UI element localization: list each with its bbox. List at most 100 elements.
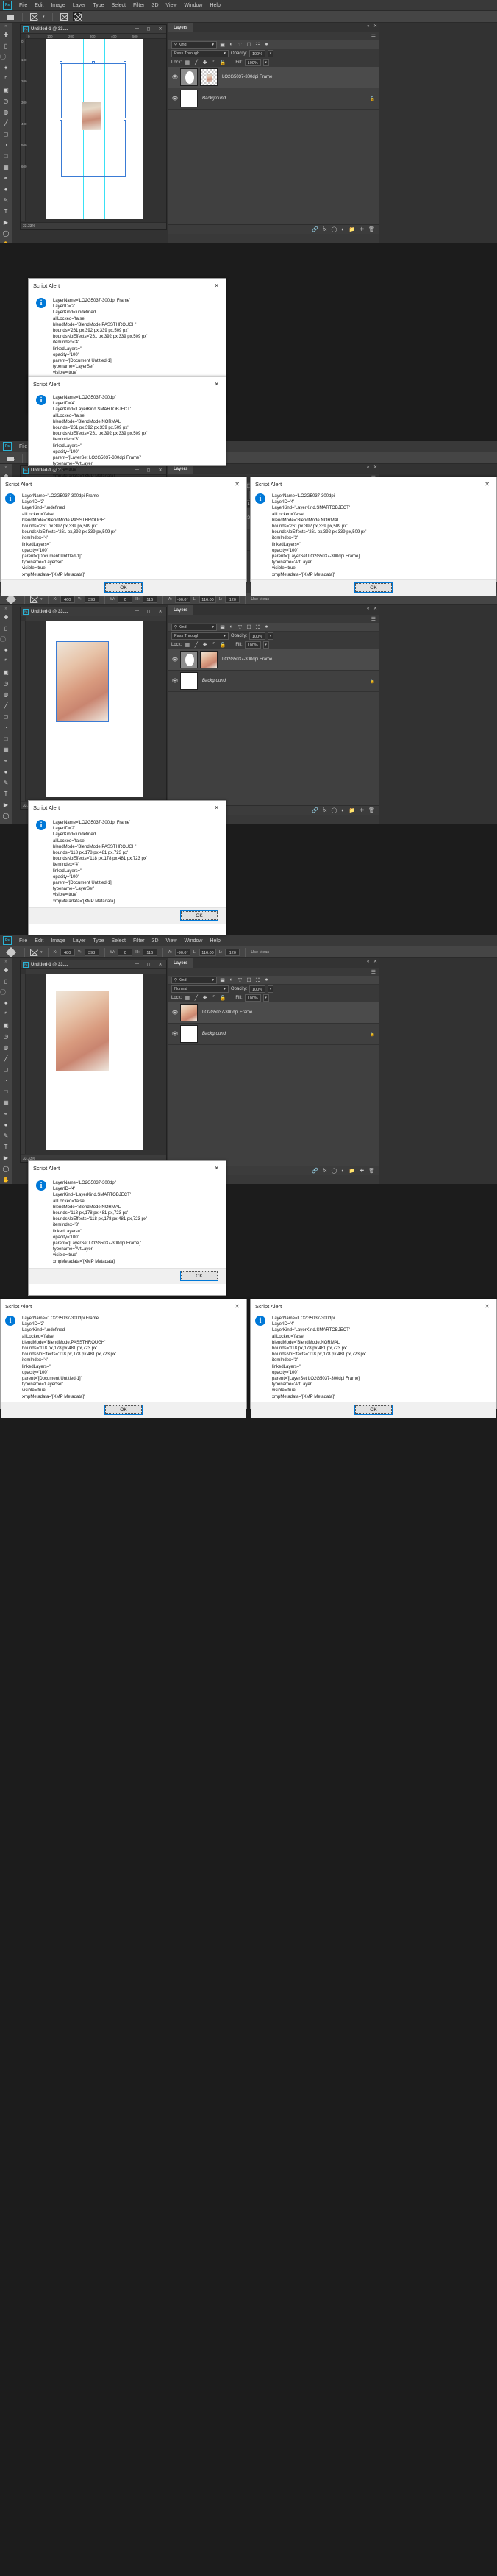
canvas[interactable] [46,621,143,797]
ruler-tool-icon[interactable] [30,595,37,603]
ruler-tool-icon[interactable] [30,948,37,956]
brush-tool[interactable]: ╱ [0,118,12,129]
menu-item-edit[interactable]: Edit [31,3,47,8]
history-brush-tool[interactable]: ◔ [0,1075,12,1086]
layer-thumbnail[interactable] [200,651,218,668]
pen-tool[interactable]: ✎ [0,195,12,206]
fill-stepper[interactable]: ▾ [262,59,269,66]
lock-artboard-icon[interactable]: ⌜ [210,642,217,649]
lock-transparent-icon[interactable]: ▦ [184,60,190,66]
menu-item-type[interactable]: Type [89,938,107,943]
collapse-panel-icon[interactable]: « [367,24,369,29]
panel-menu-icon[interactable]: ☰ [371,616,376,622]
tools-panel[interactable]: » ✚ ▯ ⃝ ✦ ⌜ ▣ ◷ ◍ ╱ ◻ ◔ □ ▦ ⚭ ● ✎ T ▶ ◯ … [0,23,12,243]
filter-toggle-icon[interactable]: ● [263,977,270,983]
script-alert-dialog-5[interactable]: Script Alert ✕ i LayerName='LO2G5037-300… [28,800,226,935]
fill-stepper[interactable]: ▾ [262,641,269,649]
blend-mode-select[interactable]: Pass Through ▾ [171,632,229,640]
adjustment-filter-icon[interactable]: ◐ [228,41,235,48]
pen-tool[interactable]: ✎ [0,1130,12,1141]
lock-all-icon[interactable]: 🔒 [219,995,226,1002]
placed-image[interactable] [56,991,109,1071]
panel-controls[interactable]: « ✕ [367,606,377,611]
canvas[interactable] [46,974,143,1150]
w-field[interactable]: 0 [118,595,133,603]
shape-tool[interactable]: ◯ [0,1163,12,1174]
tab-layers[interactable]: Layers [168,958,193,968]
layer-style-icon[interactable]: fx [323,808,326,813]
pixel-filter-icon[interactable]: ▣ [219,977,226,983]
select-subject-icon[interactable] [60,13,68,21]
blend-mode-select[interactable]: Pass Through ▾ [171,50,229,57]
path-selection-tool[interactable]: ▶ [0,799,12,810]
link-layers-icon[interactable]: 🔗 [312,1168,318,1174]
ok-button[interactable]: OK [180,1271,218,1282]
menu-item-type[interactable]: Type [89,3,107,8]
lock-position-icon[interactable]: ✚ [201,60,208,66]
clone-stamp-tool[interactable]: ◻ [0,711,12,722]
menu-item-file[interactable]: File [15,938,31,943]
lock-transparent-icon[interactable]: ▦ [184,995,190,1002]
layer-filter-row[interactable]: ⚲ Kind ▾ ▣ ◐ T ☐ ☷ ● [168,623,379,632]
dialog-title-bar[interactable]: Script Alert ✕ [29,1161,226,1174]
x-field[interactable]: 460 [60,595,75,603]
maximize-button[interactable]: ◻ [143,962,154,967]
menu-item-image[interactable]: Image [47,938,68,943]
menu-item-help[interactable]: Help [206,938,224,943]
chevron-down-icon[interactable]: ▾ [212,978,214,982]
expand-tools-icon[interactable]: » [0,605,12,612]
eyedropper-tool[interactable]: ◷ [0,678,12,689]
crop-tool[interactable]: ⌜ [0,656,12,667]
transform-handle[interactable] [60,118,62,121]
blend-mode-row[interactable]: Pass Through ▾ Opacity: 100% ▾ [168,49,379,58]
lock-position-icon[interactable]: ✚ [201,642,208,649]
close-button[interactable]: ✕ [154,26,166,32]
magic-wand-tool[interactable]: ✦ [0,645,12,656]
document-window[interactable]: Ps Untitled-1 @ 33.... — ◻ ✕ 33.33% [20,607,167,810]
x-field[interactable]: 480 [60,948,75,956]
layer-style-icon[interactable]: fx [323,1169,326,1174]
new-layer-icon[interactable]: ✚ [360,807,364,813]
menu-bar[interactable]: Ps File Edit Image Layer Type Select Fil… [0,935,497,946]
smartobject-filter-icon[interactable]: ☷ [254,977,261,983]
blur-tool[interactable]: ⚭ [0,173,12,184]
script-alert-dialog-7[interactable]: Script Alert ✕ i LayerName='LO2G5037-300… [0,1299,247,1418]
lock-artboard-icon[interactable]: ⌜ [210,995,217,1002]
ok-button[interactable]: OK [180,910,218,921]
history-brush-tool[interactable]: ◔ [0,722,12,733]
lasso-tool[interactable]: ⃝ [0,987,12,998]
panel-tab-bar[interactable]: Layers « ✕ [168,958,379,968]
layer-thumbnail[interactable] [200,68,218,86]
type-tool[interactable]: T [0,788,12,799]
dialog-title-bar[interactable]: Script Alert ✕ [29,801,226,814]
rect-marquee-tool[interactable]: ▯ [0,976,12,987]
layer-thumbnail[interactable] [180,1004,198,1021]
layer-name[interactable]: LO2G5037-300dpi Frame [200,1010,252,1015]
fill-stepper[interactable]: ▾ [262,994,269,1002]
shape-tool[interactable]: ◯ [0,810,12,821]
delete-layer-icon[interactable]: 🗑 [368,1168,375,1174]
eyedropper-tool[interactable]: ◷ [0,96,12,107]
new-group-icon[interactable]: 📁 [349,226,356,232]
type-filter-icon[interactable]: T [237,41,243,48]
dialog-title-bar[interactable]: Script Alert ✕ [29,279,226,292]
clone-stamp-tool[interactable]: ◻ [0,1064,12,1075]
h-field[interactable]: 116 [142,595,157,603]
dialog-title-bar[interactable]: Script Alert ✕ [251,1299,496,1313]
fill-value[interactable]: 100% [244,994,261,1002]
expand-tools-icon[interactable]: » [0,23,12,29]
type-filter-icon[interactable]: T [237,624,243,630]
blend-mode-row[interactable]: Normal ▾ Opacity: 100% ▾ [168,985,379,993]
ok-button[interactable]: OK [354,1405,393,1416]
close-icon[interactable]: ✕ [212,381,221,388]
home-icon[interactable] [7,13,15,21]
lock-all-icon[interactable]: 🔒 [219,60,226,66]
lock-transparent-icon[interactable]: ▦ [184,642,190,649]
layer-visibility-toggle[interactable]: 👁 [170,96,180,101]
history-brush-tool[interactable]: ◔ [0,140,12,151]
ok-button[interactable]: OK [104,582,143,593]
lock-artboard-icon[interactable]: ⌜ [210,60,217,66]
expand-tools-icon[interactable]: » [0,464,12,471]
layer-mask-icon[interactable]: ◯ [331,807,337,813]
adjustment-filter-icon[interactable]: ◐ [228,977,235,983]
